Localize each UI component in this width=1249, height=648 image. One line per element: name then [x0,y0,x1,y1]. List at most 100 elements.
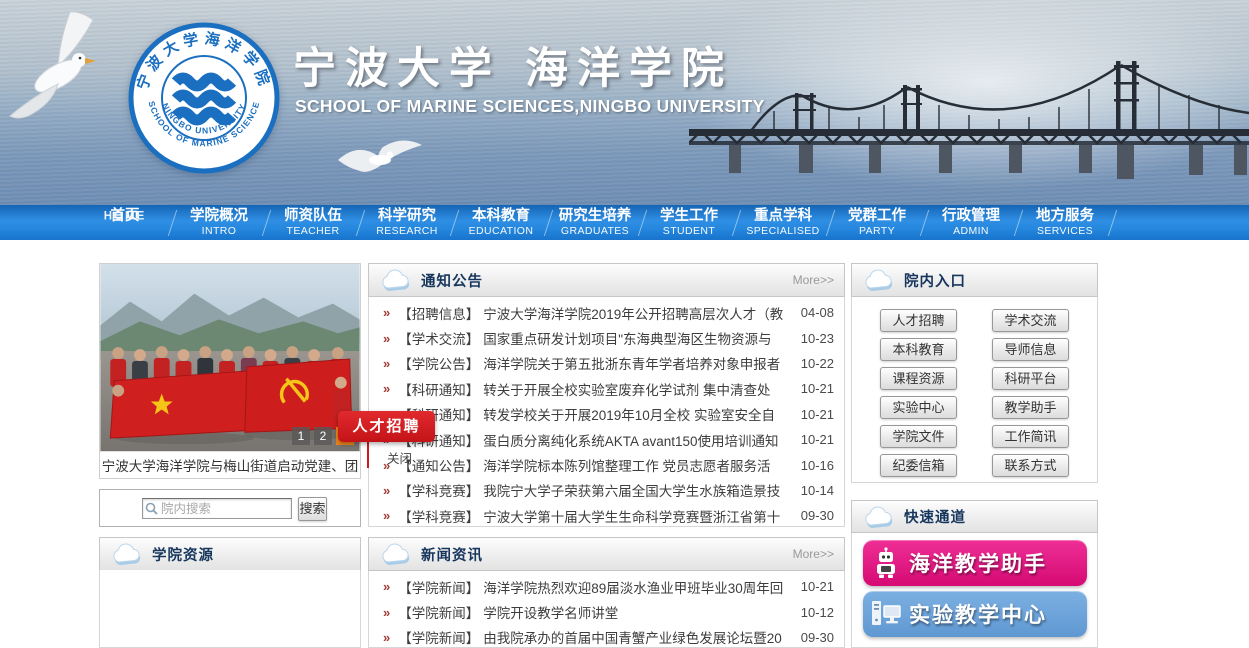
double-arrow-icon [383,381,390,396]
entrance-button-undergrad[interactable]: 本科教育 [880,338,957,361]
nav-item-home[interactable]: 首页 HOME [82,205,168,240]
search-input[interactable] [142,498,292,519]
notices-panel-header: 通知公告 More>> [368,263,845,297]
nav-item-student[interactable]: 学生工作 STUDENT [646,205,732,240]
notices-panel-title: 通知公告 [421,270,483,291]
quick-button-label: 海洋教学助手 [909,548,1047,578]
entrance-button-recruit[interactable]: 人才招聘 [880,309,957,332]
nav-item-research[interactable]: 科学研究 RESEARCH [364,205,450,240]
nav-item-education[interactable]: 本科教育 EDUCATION [458,205,544,240]
news-panel-body: 【学院新闻】 海洋学院热烈欢迎89届淡水渔业甲班毕业30周年回 10-21 【学… [368,571,845,648]
double-arrow-icon [383,630,390,645]
double-arrow-icon [383,483,390,498]
entrance-button-academic[interactable]: 学术交流 [992,309,1069,332]
site-title: 宁波大学 海洋学院 [293,34,733,96]
nav-separator [1108,205,1116,240]
entrance-button-lab[interactable]: 实验中心 [880,396,957,419]
notice-item[interactable]: 【学科竞赛】 我院宁大学子荣获第六届全国大学生水族箱造景技 10-14 [383,478,834,503]
carousel-slide[interactable]: 1 2 3 [100,264,360,451]
entrance-button-files[interactable]: 学院文件 [880,425,957,448]
nav-separator [638,205,646,240]
quick-button-lab-center[interactable]: 实验教学中心 [863,591,1087,637]
nav-separator [826,205,834,240]
nav-separator [920,205,928,240]
notice-item[interactable]: 【招聘信息】 宁波大学海洋学院2019年公开招聘高层次人才（教 04-08 [383,300,834,325]
entrance-button-briefing[interactable]: 工作简讯 [992,425,1069,448]
quick-button-teaching-assistant[interactable]: 海洋教学助手 [863,540,1087,586]
notice-item[interactable]: 【科研通知】 转关于开展全校实验室废弃化学试剂 集中清查处 10-21 [383,376,834,401]
cloud-icon [863,506,895,528]
site-subtitle: SCHOOL OF MARINE SCIENCES,NINGBO UNIVERS… [295,96,765,117]
entrance-panel-body: 人才招聘 学术交流 本科教育 导师信息 课程资源 科研平台 实验中心 教学助手 … [851,297,1098,483]
entrance-button-tutor[interactable]: 导师信息 [992,338,1069,361]
nav-item-specialised[interactable]: 重点学科 SPECIALISED [740,205,826,240]
header-banner: 宁波大学海洋学院 SCHOOL OF MARINE SCIENCE NINGBO… [0,0,1249,205]
nav-separator [732,205,740,240]
search-panel: 搜索 [99,489,361,527]
nav-item-services[interactable]: 地方服务 SERVICES [1022,205,1108,240]
cloud-icon [380,543,412,565]
nav-item-intro[interactable]: 学院概况 INTRO [176,205,262,240]
notice-item[interactable]: 【学科竞赛】 宁波大学第十届大学生生命科学竞赛暨浙江省第十 09-30 [383,503,834,527]
cloud-icon [111,543,143,565]
entrance-button-platform[interactable]: 科研平台 [992,367,1069,390]
notices-more-link[interactable]: More>> [793,273,834,287]
seagull-icon [0,4,120,129]
double-arrow-icon [383,508,390,523]
nav-item-teacher[interactable]: 师资队伍 TEACHER [270,205,356,240]
double-arrow-icon [383,331,390,346]
carousel-photo [100,264,360,451]
resources-panel-body [99,570,361,648]
nav-home-label-en: HOME [104,208,147,225]
nav-item-graduates[interactable]: 研究生培养 GRADUATES [552,205,638,240]
search-button[interactable]: 搜索 [298,497,327,521]
double-arrow-icon [383,356,390,371]
main-nav: 首页 HOME 学院概况 INTRO 师资队伍 TEACHER 科学研究 RES… [0,205,1249,240]
news-panel-title: 新闻资讯 [421,544,483,565]
news-more-link[interactable]: More>> [793,547,834,561]
notices-panel-body: 【招聘信息】 宁波大学海洋学院2019年公开招聘高层次人才（教 04-08 【学… [368,297,845,527]
nav-separator [544,205,552,240]
carousel-page-2[interactable]: 2 [314,427,332,445]
news-item[interactable]: 【学院新闻】 由我院承办的首届中国青蟹产业绿色发展论坛暨20 09-30 [383,625,834,648]
nav-separator [262,205,270,240]
quick-panel-body: 海洋教学助手 实验教学中心 [851,533,1098,648]
news-item[interactable]: 【学院新闻】 学院开设教学名师讲堂 10-12 [383,599,834,624]
entrance-button-assistant[interactable]: 教学助手 [992,396,1069,419]
resources-panel-title: 学院资源 [152,544,214,565]
double-arrow-icon [383,605,390,620]
carousel: 1 2 3 宁波大学海洋学院与梅山街道启动党建、团 [99,263,361,479]
entrance-button-course[interactable]: 课程资源 [880,367,957,390]
cloud-icon [380,269,412,291]
nav-separator [168,205,176,240]
carousel-caption[interactable]: 宁波大学海洋学院与梅山街道启动党建、团 [100,451,360,478]
quick-button-label: 实验教学中心 [909,599,1047,629]
school-logo[interactable]: 宁波大学海洋学院 SCHOOL OF MARINE SCIENCE NINGBO… [128,22,280,174]
nav-separator [450,205,458,240]
entrance-panel-header: 院内入口 [851,263,1098,297]
double-arrow-icon [383,305,390,320]
recruit-popup-badge[interactable]: 人才招聘 [338,411,435,442]
quick-panel-header: 快速通道 [851,500,1098,533]
robot-icon [863,547,909,579]
nav-separator [356,205,364,240]
entrance-button-mailbox[interactable]: 纪委信箱 [880,454,957,477]
notice-item[interactable]: 【学术交流】 国家重点研发计划项目"东海典型海区生物资源与 10-23 [383,325,834,350]
entrance-panel-title: 院内入口 [904,270,966,291]
notice-item[interactable]: 【学院公告】 海洋学院关于第五批浙东青年学者培养对象申报者 10-22 [383,351,834,376]
seagull-small-icon [330,130,430,180]
notice-item[interactable]: 【科研通知】 转发学校关于开展2019年10月全校 实验室安全自 10-21 [383,402,834,427]
entrance-button-contact[interactable]: 联系方式 [992,454,1069,477]
notice-item[interactable]: 【科研通知】 蛋白质分离纯化系统AKTA avant150使用培训通知 10-2… [383,427,834,452]
notice-item[interactable]: 【通知公告】 海洋学院标本陈列馆整理工作 党员志愿者服务活 10-16 [383,452,834,477]
news-item[interactable]: 【学院新闻】 海洋学院热烈欢迎89届淡水渔业甲班毕业30周年回 10-21 [383,574,834,599]
popup-close-link[interactable]: 关闭 [387,448,412,467]
nav-item-party[interactable]: 党群工作 PARTY [834,205,920,240]
nav-separator [1014,205,1022,240]
resources-panel-header: 学院资源 [99,537,361,571]
news-panel-header: 新闻资讯 More>> [368,537,845,571]
carousel-page-1[interactable]: 1 [292,427,310,445]
double-arrow-icon [383,579,390,594]
nav-item-admin[interactable]: 行政管理 ADMIN [928,205,1014,240]
cloud-icon [863,269,895,291]
